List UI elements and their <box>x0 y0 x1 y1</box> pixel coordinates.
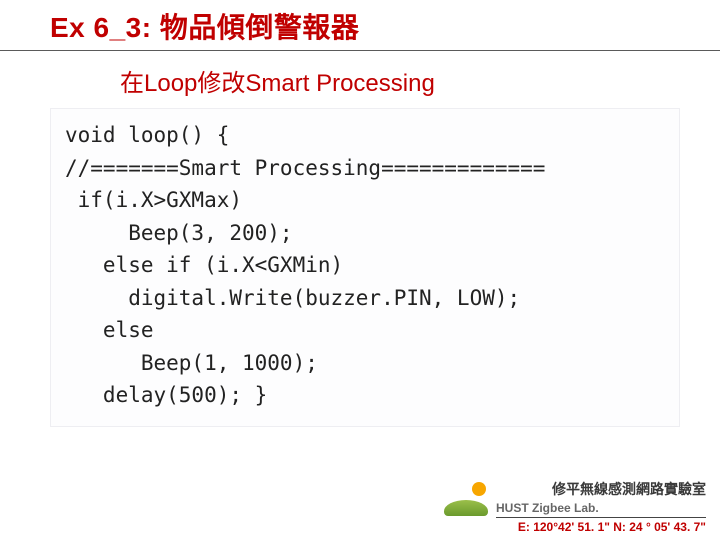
page-title: Ex 6_3: 物品傾倒警報器 <box>50 6 720 46</box>
code-line: else <box>65 318 154 342</box>
code-line: Beep(1, 1000); <box>65 351 318 375</box>
code-block: void loop() { //=======Smart Processing=… <box>50 108 680 427</box>
code-line: if(i.X>GXMax) <box>65 188 242 212</box>
code-line: //=======Smart Processing============= <box>65 156 545 180</box>
lab-name-en: HUST Zigbee Lab. <box>496 501 706 518</box>
code-line: Beep(3, 200); <box>65 221 293 245</box>
code-line: else if (i.X<GXMin) <box>65 253 343 277</box>
code-line: digital.Write(buzzer.PIN, LOW); <box>65 286 520 310</box>
page-subtitle: 在Loop修改Smart Processing <box>0 51 720 108</box>
code-line: delay(500); } <box>65 383 267 407</box>
lab-logo-icon <box>444 482 488 516</box>
lab-name-cn: 修平無線感測網路實驗室 <box>496 479 706 499</box>
footer: 修平無線感測網路實驗室 HUST Zigbee Lab. E: 120°42' … <box>444 479 706 534</box>
code-line: void loop() { <box>65 123 229 147</box>
coordinates: E: 120°42' 51. 1" N: 24 ° 05' 43. 7" <box>444 520 706 534</box>
